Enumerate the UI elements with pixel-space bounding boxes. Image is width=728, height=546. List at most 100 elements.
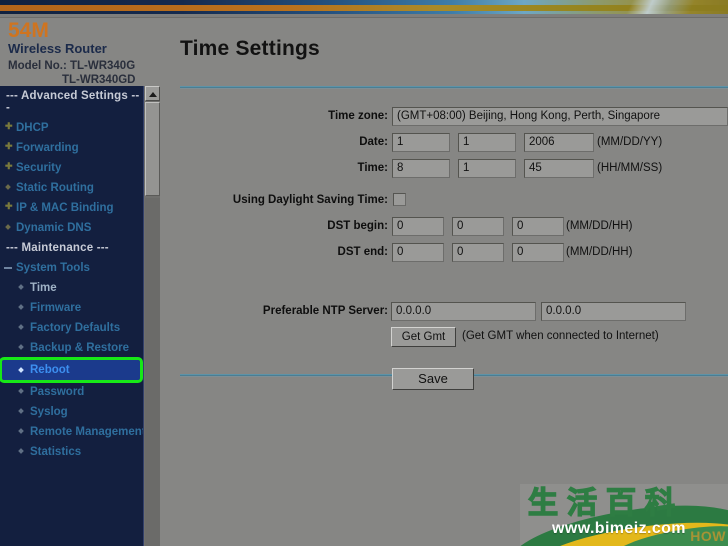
sidebar-item-dynamic-dns[interactable]: Dynamic DNS bbox=[0, 218, 143, 238]
diamond-bullet-icon bbox=[18, 324, 24, 330]
dst-end-format-hint: (MM/DD/HH) bbox=[566, 246, 633, 258]
sidebar-scrollbar[interactable] bbox=[143, 86, 160, 546]
timezone-select[interactable]: (GMT+08:00) Beijing, Hong Kong, Perth, S… bbox=[392, 107, 728, 126]
time-hour-input[interactable]: 8 bbox=[392, 159, 450, 178]
get-gmt-button[interactable]: Get Gmt bbox=[391, 327, 456, 347]
sidebar-item-backup-restore[interactable]: Backup & Restore bbox=[0, 338, 143, 358]
diamond-bullet-icon bbox=[18, 388, 24, 394]
diamond-bullet-icon bbox=[18, 428, 24, 434]
brand-product-label: Wireless Router bbox=[8, 41, 107, 56]
sidebar-section-maintenance: --- Maintenance --- bbox=[6, 242, 109, 254]
top-banner bbox=[0, 0, 728, 14]
ntp-primary-input[interactable]: 0.0.0.0 bbox=[391, 302, 536, 321]
dst-end-label: DST end: bbox=[337, 246, 388, 258]
sidebar-item-label: Time bbox=[30, 282, 57, 294]
date-month-input[interactable]: 1 bbox=[392, 133, 450, 152]
timezone-label: Time zone: bbox=[328, 110, 388, 122]
sidebar-item-label: Backup & Restore bbox=[30, 342, 130, 354]
plus-icon: ✚ bbox=[5, 161, 13, 171]
sidebar-item-label: Dynamic DNS bbox=[16, 222, 92, 234]
sidebar-item-factory-defaults[interactable]: Factory Defaults bbox=[0, 318, 143, 338]
dst-begin-format-hint: (MM/DD/HH) bbox=[566, 220, 633, 232]
sidebar-item-statistics[interactable]: Statistics bbox=[0, 442, 143, 462]
time-minute-input[interactable]: 1 bbox=[458, 159, 516, 178]
sidebar-item-label: Factory Defaults bbox=[30, 322, 121, 334]
diamond-bullet-icon bbox=[5, 184, 11, 190]
sidebar-item-reboot[interactable]: Reboot bbox=[0, 357, 143, 383]
divider-top bbox=[180, 86, 728, 89]
dst-end-month-input[interactable]: 0 bbox=[392, 243, 444, 262]
scrollbar-thumb[interactable] bbox=[145, 102, 160, 196]
diamond-bullet-icon bbox=[18, 304, 24, 310]
dst-begin-label: DST begin: bbox=[327, 220, 388, 232]
page-title: Time Settings bbox=[180, 37, 320, 60]
brand-speed-label: 54M bbox=[8, 19, 49, 42]
sidebar-item-label: Static Routing bbox=[16, 182, 94, 194]
date-day-input[interactable]: 1 bbox=[458, 133, 516, 152]
sidebar-item-firmware[interactable]: Firmware bbox=[0, 298, 143, 318]
scroll-up-button[interactable] bbox=[145, 86, 160, 101]
brand-model-label: Model No.: TL-WR340G bbox=[8, 60, 136, 72]
banner-under-edge bbox=[0, 14, 728, 18]
watermark-overlay: 生活百科 www.bimeiz.com HOW bbox=[520, 484, 728, 546]
plus-icon: ✚ bbox=[5, 141, 13, 151]
minus-icon bbox=[4, 267, 12, 269]
banner-swoosh-graphic bbox=[578, 0, 728, 14]
dst-label: Using Daylight Saving Time: bbox=[232, 194, 388, 206]
sidebar-item-remote-management[interactable]: Remote Management bbox=[0, 422, 143, 442]
sidebar-item-dhcp[interactable]: ✚ DHCP bbox=[0, 118, 143, 138]
dst-begin-month-input[interactable]: 0 bbox=[392, 217, 444, 236]
sidebar-item-label: DHCP bbox=[16, 122, 49, 134]
timezone-row: Time zone: (GMT+08:00) Beijing, Hong Kon… bbox=[160, 107, 728, 127]
watermark-suffix-text: HOW bbox=[690, 528, 726, 544]
time-format-hint: (HH/MM/SS) bbox=[597, 162, 663, 174]
sidebar-item-label: Remote Management bbox=[30, 426, 143, 438]
sidebar-section-advanced-settings: --- Advanced Settings --- bbox=[6, 90, 140, 114]
dst-end-hour-input[interactable]: 0 bbox=[512, 243, 564, 262]
sidebar-item-ip-mac-binding[interactable]: ✚ IP & MAC Binding bbox=[0, 198, 143, 218]
sidebar-item-time[interactable]: Time bbox=[0, 278, 143, 298]
watermark-chinese-text: 生活百科 bbox=[527, 485, 684, 521]
date-row: Date: 1 1 2006 (MM/DD/YY) bbox=[160, 133, 728, 153]
sidebar-item-security[interactable]: ✚ Security bbox=[0, 158, 143, 178]
date-label: Date: bbox=[359, 136, 388, 148]
sidebar-item-label: Security bbox=[16, 162, 62, 174]
dst-checkbox[interactable] bbox=[393, 193, 406, 206]
date-format-hint: (MM/DD/YY) bbox=[597, 136, 663, 148]
main-content: Time Settings Time zone: (GMT+08:00) Bei… bbox=[160, 19, 728, 546]
sidebar-item-label: Statistics bbox=[30, 446, 82, 458]
sidebar-item-password[interactable]: Password bbox=[0, 382, 143, 402]
ntp-secondary-input[interactable]: 0.0.0.0 bbox=[541, 302, 686, 321]
dst-end-day-input[interactable]: 0 bbox=[452, 243, 504, 262]
diamond-bullet-icon bbox=[18, 284, 24, 290]
get-gmt-hint: (Get GMT when connected to Internet) bbox=[462, 330, 659, 342]
diamond-bullet-icon bbox=[18, 448, 24, 454]
save-button[interactable]: Save bbox=[392, 368, 474, 390]
diamond-bullet-icon bbox=[18, 367, 24, 373]
sidebar-item-forwarding[interactable]: ✚ Forwarding bbox=[0, 138, 143, 158]
ntp-row: Preferable NTP Server: 0.0.0.0 0.0.0.0 bbox=[160, 302, 728, 322]
time-second-input[interactable]: 45 bbox=[524, 159, 594, 178]
sidebar-item-system-tools[interactable]: System Tools bbox=[0, 258, 143, 278]
sidebar-nav[interactable]: --- Advanced Settings --- ✚ DHCP ✚ Forwa… bbox=[0, 86, 143, 546]
sidebar-item-static-routing[interactable]: Static Routing bbox=[0, 178, 143, 198]
sidebar-item-syslog[interactable]: Syslog bbox=[0, 402, 143, 422]
diamond-bullet-icon bbox=[18, 408, 24, 414]
sidebar-item-label: Syslog bbox=[30, 406, 68, 418]
brand-model-alt-label: TL-WR340GD bbox=[62, 74, 136, 86]
dst-begin-day-input[interactable]: 0 bbox=[452, 217, 504, 236]
ntp-label: Preferable NTP Server: bbox=[262, 305, 388, 317]
watermark-url: www.bimeiz.com bbox=[552, 520, 686, 537]
sidebar-item-label: IP & MAC Binding bbox=[16, 202, 114, 214]
date-year-input[interactable]: 2006 bbox=[524, 133, 594, 152]
diamond-bullet-icon bbox=[5, 224, 11, 230]
chevron-up-icon bbox=[149, 92, 157, 97]
sidebar-item-label: Reboot bbox=[30, 364, 70, 376]
dst-toggle-row: Using Daylight Saving Time: bbox=[160, 191, 728, 211]
plus-icon: ✚ bbox=[5, 201, 13, 211]
scrollbar-track[interactable] bbox=[145, 198, 160, 546]
sidebar-item-label: System Tools bbox=[16, 262, 90, 274]
diamond-bullet-icon bbox=[18, 344, 24, 350]
dst-begin-hour-input[interactable]: 0 bbox=[512, 217, 564, 236]
sidebar-item-label: Firmware bbox=[30, 302, 82, 314]
